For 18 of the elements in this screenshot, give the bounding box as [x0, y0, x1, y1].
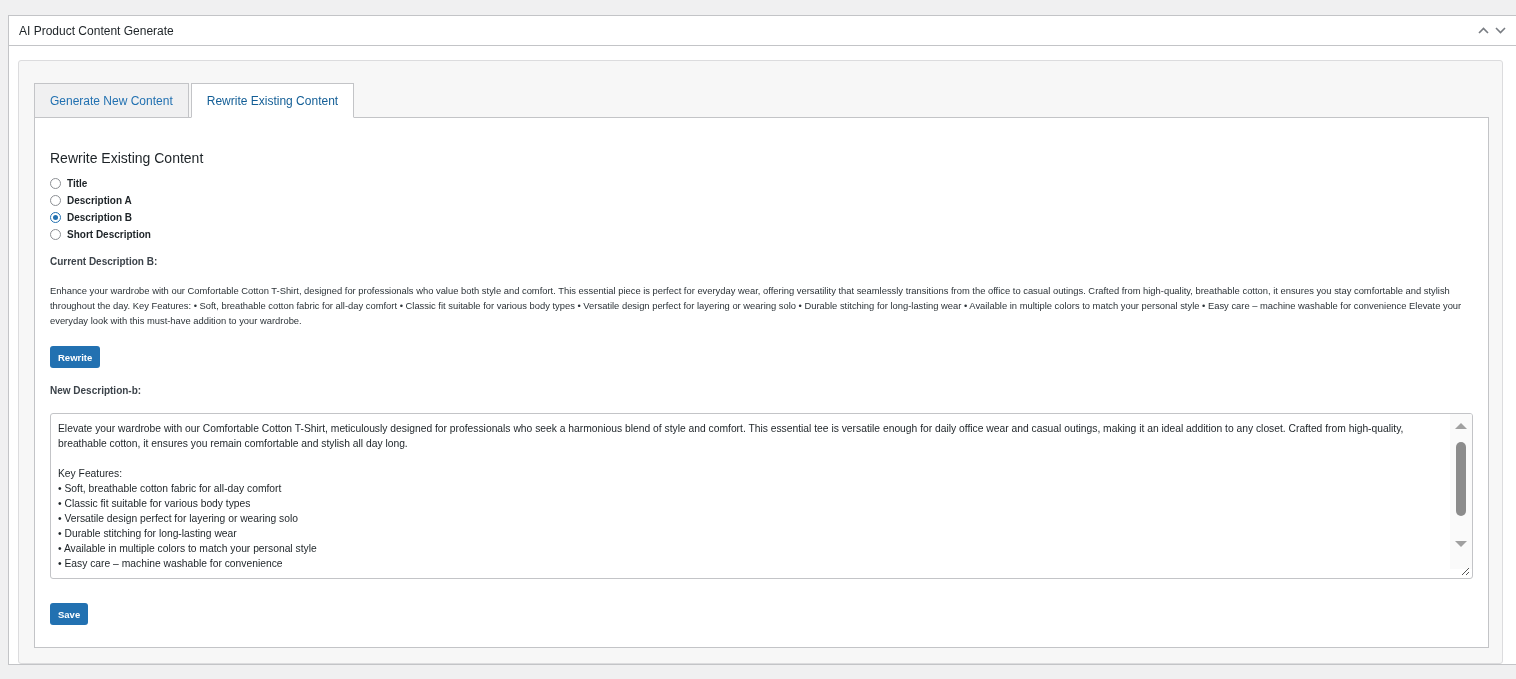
radio-label[interactable]: Description B	[67, 211, 132, 223]
radio-label[interactable]: Short Description	[67, 228, 151, 240]
chevron-up-icon[interactable]	[1478, 27, 1489, 34]
rewrite-button[interactable]: Rewrite	[50, 346, 101, 368]
resize-handle-icon[interactable]	[1460, 566, 1470, 576]
tab[interactable]: Generate New Content	[34, 83, 189, 118]
description-textarea[interactable]: Elevate your wardrobe with our Comfortable Cotton T-Shirt, meticulously designed for professionals who seek a harmonious blend of style and comfort. This essential tee is versatile enough for daily office wear and casual outings, making it an ideal addition to any closet. Crafted from high-quality, breathable cotton, it ensures you remain comfortable and stylish all day long. Key Features: • Soft, breathable cotton fabric for all-day comfort • Classic fit suitable for various body types • Versatile design perfect for layering or wearing solo • Durable stitching for long-lasting wear • Available in multiple colors to match your personal style • Easy care – machine washable for convenience	[50, 413, 1473, 579]
tab[interactable]: Rewrite Existing Content	[190, 83, 355, 118]
current-description: Enhance your wardrobe with our Comfortable Cotton T-Shirt, designed for professionals who value both style and comfort. This essential piece is perfect for everyday wear, offering versatility that seamlessly transitions from the office to casual outings. Crafted from high-quality, breathable cotton, it ensures you stay comfortable and stylish throughout the day. Key Features: • Soft, breathable cotton fabric for all-day comfort • Classic fit suitable for various body types • Versatile design perfect for layering or wearing solo • Durable stitching for long-lasting wear • Available in multiple colors to match your personal style • Easy care – machine washable for convenience Elevate your everyday look with this must-have addition to your wardrobe.	[50, 284, 1463, 328]
section-heading: Rewrite Existing Content	[50, 150, 205, 166]
scrollbar[interactable]	[1450, 414, 1472, 569]
radio-label[interactable]: Title	[67, 177, 88, 189]
panel-title: AI Product Content Generate	[19, 23, 174, 38]
chevron-down-icon[interactable]	[1495, 27, 1506, 34]
save-button[interactable]: Save	[50, 603, 89, 625]
field-label: New Description-b:	[50, 385, 143, 396]
field-label: Current Description B:	[50, 256, 159, 267]
radio-label[interactable]: Description A	[67, 194, 132, 206]
